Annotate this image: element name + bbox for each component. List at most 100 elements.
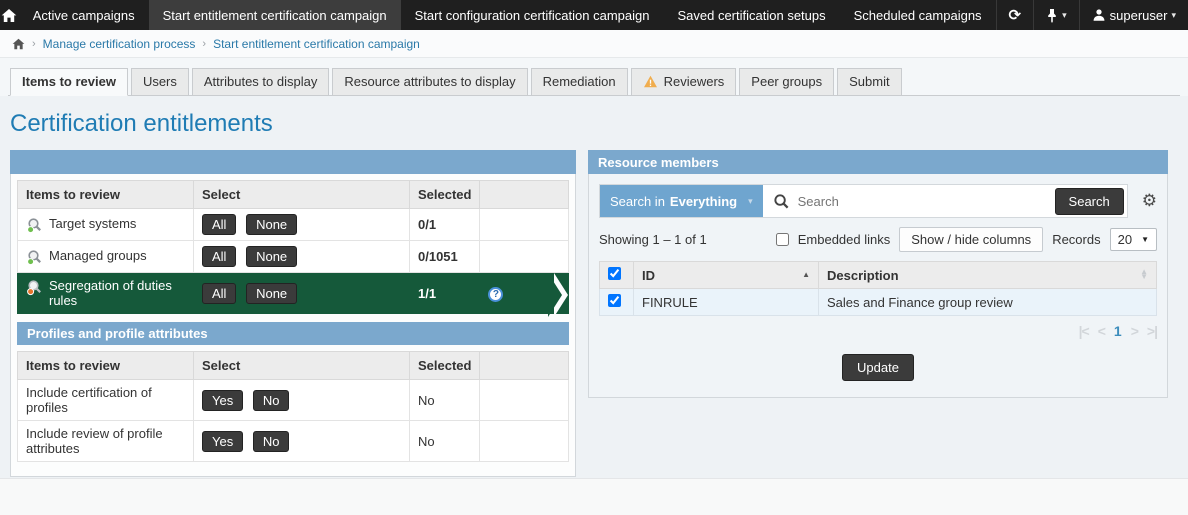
select-all-checkbox[interactable]: [608, 267, 621, 280]
user-menu-button[interactable]: superuser ▾: [1079, 0, 1188, 30]
none-button[interactable]: None: [246, 246, 297, 267]
tab-resource-attributes-to-display[interactable]: Resource attributes to display: [332, 68, 527, 96]
menu-item-label: Start entitlement certification campaign: [163, 8, 387, 23]
column-header-description[interactable]: Description ▲▼: [819, 262, 1157, 289]
cell-id: FINRULE: [634, 289, 819, 316]
no-button[interactable]: No: [253, 431, 290, 452]
none-button[interactable]: None: [246, 283, 297, 304]
tab-label: Reviewers: [664, 74, 725, 89]
pin-menu-button[interactable]: ▾: [1033, 0, 1079, 30]
home-button[interactable]: [0, 0, 19, 30]
gear-icon[interactable]: ⚙: [1142, 193, 1157, 210]
menu-item-saved-certification-setups[interactable]: Saved certification setups: [663, 0, 839, 30]
item-label: Managed groups: [49, 248, 147, 263]
toolbar-right: Embedded links Show / hide columns Recor…: [776, 227, 1157, 252]
magnifier-green-icon: [26, 249, 43, 266]
tabs-strip: Items to review Users Attributes to disp…: [0, 58, 1188, 96]
table-row-include-certification-of-profiles: Include certification of profiles Yes No…: [18, 380, 569, 421]
none-button[interactable]: None: [246, 214, 297, 235]
menu-item-label: Saved certification setups: [677, 8, 825, 23]
topbar-right-controls: ⟳ ▾ superuser ▾: [996, 0, 1188, 30]
pagination-prev-button[interactable]: <: [1098, 323, 1105, 339]
item-label: Segregation of duties rules: [49, 278, 185, 308]
column-header-items-to-review: Items to review: [18, 181, 194, 209]
pagination: |< < 1 > >|: [599, 323, 1157, 339]
home-icon: [1, 8, 17, 23]
breadcrumb-link-manage-certification[interactable]: Manage certification process: [43, 37, 196, 51]
top-menu-bar: Active campaigns Start entitlement certi…: [0, 0, 1188, 30]
menu-item-active-campaigns[interactable]: Active campaigns: [19, 0, 149, 30]
chevron-down-icon: ▾: [1171, 10, 1176, 21]
tab-users[interactable]: Users: [131, 68, 189, 96]
table-row-finrule[interactable]: FINRULE Sales and Finance group review: [600, 289, 1157, 316]
show-hide-columns-button[interactable]: Show / hide columns: [899, 227, 1043, 252]
tab-label: Resource attributes to display: [344, 74, 515, 89]
pagination-page-1[interactable]: 1: [1114, 323, 1122, 339]
item-label: Include review of profile attributes: [26, 426, 163, 456]
selected-count: 0/1: [418, 217, 436, 232]
showing-count-label: Showing 1 – 1 of 1: [599, 232, 707, 247]
app-window: Active campaigns Start entitlement certi…: [0, 0, 1188, 515]
tab-peer-groups[interactable]: Peer groups: [739, 68, 834, 96]
search-input-wrap: [763, 193, 1052, 210]
embedded-links-label: Embedded links: [798, 232, 891, 247]
search-icon: [773, 193, 790, 210]
table-row-target-systems: Target systems All None 0/1: [18, 209, 569, 241]
yes-button[interactable]: Yes: [202, 390, 243, 411]
all-button[interactable]: All: [202, 246, 236, 267]
search-input[interactable]: [798, 194, 1042, 209]
selected-count: 0/1051: [418, 249, 458, 264]
column-header-selected: Selected: [410, 181, 480, 209]
cell-description: Sales and Finance group review: [819, 289, 1157, 316]
item-label: Target systems: [49, 216, 136, 231]
all-button[interactable]: All: [202, 214, 236, 235]
refresh-icon: ⟳: [1009, 8, 1022, 23]
yes-button[interactable]: Yes: [202, 431, 243, 452]
select-caret-icon: ▼: [1141, 235, 1149, 244]
pin-icon: [1046, 8, 1058, 23]
tab-label: Remediation: [543, 74, 616, 89]
records-label: Records: [1052, 232, 1100, 247]
user-icon: [1092, 8, 1106, 22]
sort-both-icon: ▲▼: [1140, 270, 1148, 280]
menu-item-start-configuration-campaign[interactable]: Start configuration certification campai…: [401, 0, 664, 30]
records-per-page-select[interactable]: 20 ▼: [1110, 228, 1157, 251]
tab-reviewers[interactable]: Reviewers: [631, 68, 737, 96]
column-header-selected: Selected: [410, 352, 480, 380]
breadcrumb: › Manage certification process › Start e…: [0, 30, 1188, 58]
tab-attributes-to-display[interactable]: Attributes to display: [192, 68, 329, 96]
menu-item-start-entitlement-campaign[interactable]: Start entitlement certification campaign: [149, 0, 401, 30]
breadcrumb-link-start-entitlement[interactable]: Start entitlement certification campaign: [213, 37, 420, 51]
no-button[interactable]: No: [253, 390, 290, 411]
column-header-id[interactable]: ID ▲: [634, 262, 819, 289]
profiles-subheader: Profiles and profile attributes: [17, 322, 569, 345]
menu-item-label: Start configuration certification campai…: [415, 8, 650, 23]
warning-icon: [643, 75, 658, 88]
sort-ascending-icon: ▲: [802, 273, 810, 278]
embedded-links-checkbox[interactable]: [776, 233, 789, 246]
tab-label: Submit: [849, 74, 889, 89]
row-checkbox[interactable]: [608, 294, 621, 307]
search-button[interactable]: Search: [1055, 188, 1124, 215]
breadcrumb-separator: ›: [32, 38, 36, 50]
table-row-segregation-of-duties-rules[interactable]: Segregation of duties rules All None 1/1…: [18, 273, 569, 314]
all-button[interactable]: All: [202, 283, 236, 304]
pagination-next-button[interactable]: >: [1131, 323, 1138, 339]
search-row: Search in Everything ▾ Search ⚙: [599, 184, 1157, 218]
tab-items-to-review[interactable]: Items to review: [10, 68, 128, 96]
main-content: Items to review Select Selected Target s…: [0, 150, 1188, 477]
tab-submit[interactable]: Submit: [837, 68, 901, 96]
breadcrumb-home-icon[interactable]: [12, 38, 25, 50]
refresh-button[interactable]: ⟳: [996, 0, 1034, 30]
resource-members-header: Resource members: [588, 150, 1168, 174]
pagination-first-button[interactable]: |<: [1079, 323, 1089, 339]
update-button[interactable]: Update: [842, 354, 914, 381]
resource-members-table: ID ▲ Description ▲▼ F: [599, 261, 1157, 316]
profiles-table: Items to review Select Selected Include …: [17, 351, 569, 462]
menu-item-scheduled-campaigns[interactable]: Scheduled campaigns: [840, 0, 996, 30]
search-scope-dropdown[interactable]: Search in Everything ▾: [600, 185, 763, 217]
help-icon[interactable]: ?: [488, 287, 503, 302]
records-value: 20: [1118, 232, 1132, 247]
pagination-last-button[interactable]: >|: [1147, 323, 1157, 339]
tab-remediation[interactable]: Remediation: [531, 68, 628, 96]
